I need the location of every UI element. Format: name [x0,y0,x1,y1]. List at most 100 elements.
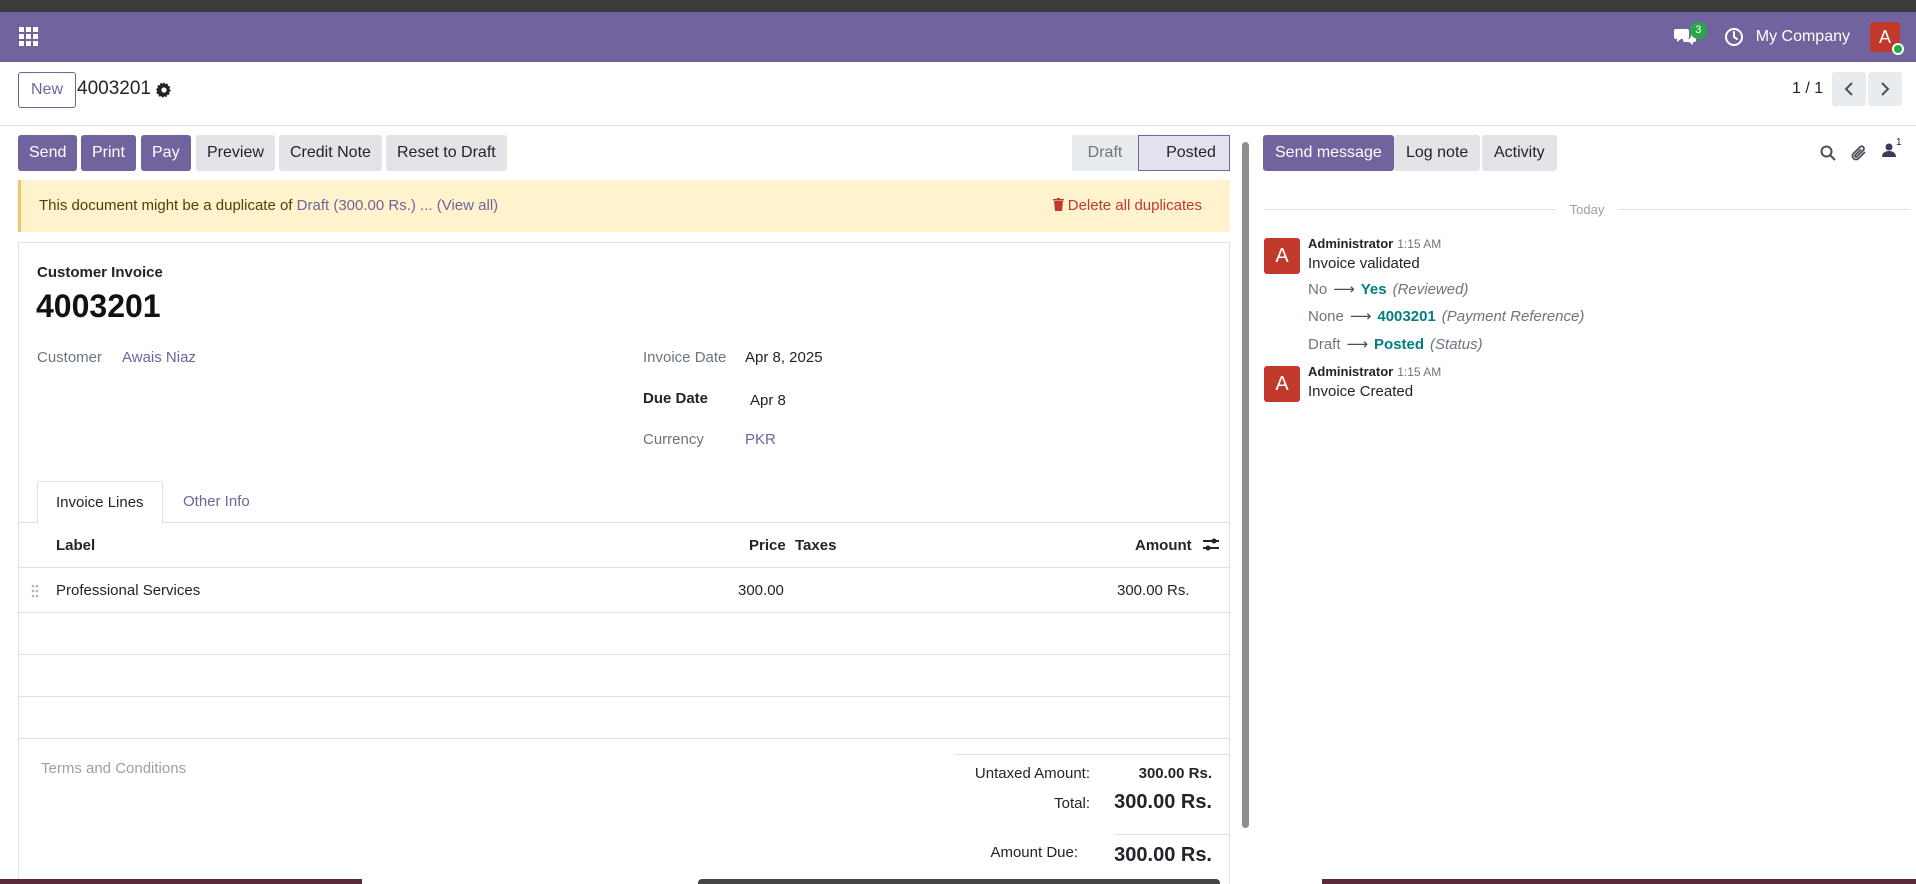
column-settings-icon[interactable] [1203,538,1219,552]
table-empty-row [19,655,1229,697]
invoice-lines-table: Label Price Taxes Amount Professional Se… [19,524,1229,739]
taskbar-segment [698,879,1220,884]
form-scrollbar[interactable] [1240,130,1250,884]
chatter-panel: Send message Log note Activity 1 Today A… [1250,127,1916,884]
pager-next-button[interactable] [1868,72,1902,106]
arrow-right-icon: ⟶ [1333,281,1355,298]
due-date-field[interactable]: Apr 8 [750,392,786,409]
line-price-cell[interactable]: 300.00 [738,568,784,613]
user-initial: A [1878,27,1891,47]
user-avatar[interactable]: A [1870,22,1904,55]
credit-note-button[interactable]: Credit Note [279,135,382,171]
author-initial: A [1275,373,1289,395]
due-date-label: Due Date [643,390,709,407]
column-header-taxes[interactable]: Taxes [795,524,836,568]
total-label: Total: [1054,795,1090,812]
pager-previous-button[interactable] [1832,72,1866,106]
pay-button[interactable]: Pay [141,135,191,171]
main-navbar: 3 My Company A [0,12,1916,62]
send-button[interactable]: Send [18,135,78,171]
send-message-button[interactable]: Send message [1263,135,1394,171]
arrow-right-icon: ⟶ [1349,308,1372,325]
invoice-date-field[interactable]: Apr 8, 2025 [745,349,823,366]
duplicate-draft-link[interactable]: Draft (300.00 Rs.) [297,197,416,214]
customer-field[interactable]: Awais Niaz [122,349,196,366]
invoice-type-label: Customer Invoice [37,264,163,281]
duplicate-warning-alert: This document might be a duplicate of Dr… [18,180,1230,232]
trash-icon [1052,198,1064,211]
tracking-value: No ⟶ Yes (Reviewed) [1308,280,1468,298]
online-status-dot [1892,43,1904,55]
form-statusbar: Send Print Pay Preview Credit Note Reset… [18,135,1230,171]
delete-all-duplicates-label: Delete all duplicates [1067,197,1202,214]
message-author: Administrator 1:15 AM [1308,364,1441,379]
message-author-name[interactable]: Administrator [1308,364,1393,379]
tracking-new-value: Posted [1374,336,1425,353]
message-author: Administrator 1:15 AM [1308,236,1441,251]
invoice-number: 4003201 [36,288,161,324]
chevron-left-icon [1844,82,1853,96]
currency-field[interactable]: PKR [745,431,776,448]
print-button[interactable]: Print [81,135,136,171]
message-author-name[interactable]: Administrator [1308,236,1393,251]
tracking-field: (Reviewed) [1392,281,1469,298]
invoice-form: Send Print Pay Preview Credit Note Reset… [0,127,1242,884]
company-switcher[interactable]: My Company [1756,28,1850,46]
pager-value[interactable]: 1 / 1 [1792,80,1823,98]
tracking-new-value: 4003201 [1377,308,1436,325]
tracking-old-value: No [1308,281,1328,298]
view-all-duplicates-link[interactable]: (View all) [437,197,498,214]
duplicate-ellipsis: ... [420,197,433,214]
table-row[interactable]: Professional Services 300.00 300.00 Rs. [19,568,1229,613]
clock-icon[interactable] [1724,27,1744,47]
preview-button[interactable]: Preview [196,135,275,171]
messaging-menu[interactable]: 3 [1673,22,1707,50]
delete-all-duplicates-link[interactable]: Delete all duplicates [1052,180,1202,232]
new-button[interactable]: New [18,72,77,108]
message-author-avatar[interactable]: A [1264,238,1300,274]
search-icon[interactable] [1820,145,1836,161]
tab-invoice-lines-label: Invoice Lines [56,494,144,511]
terms-and-conditions-field[interactable]: Terms and Conditions [41,760,186,777]
stage-draft-label: Draft [1087,144,1123,161]
amount-due-label: Amount Due: [990,844,1078,861]
date-separator: Today [1264,202,1910,217]
message-author-avatar[interactable]: A [1264,366,1300,402]
form-scrollbar-thumb[interactable] [1242,142,1249,828]
line-amount-cell[interactable]: 300.00 Rs. [1117,568,1190,613]
separator-line [1618,209,1910,210]
stage-posted[interactable]: Posted [1138,135,1230,171]
navbar-systray: 3 My Company A [1673,12,1916,62]
control-panel: New 4003201 1 / 1 [0,62,1916,126]
chatter-tools: 1 [1820,137,1902,162]
message-body: Invoice validated [1308,255,1420,272]
totals-divider [954,754,1230,755]
untaxed-amount-value: 300.00 Rs. [1138,765,1212,782]
drag-handle-icon[interactable] [31,568,39,613]
tab-invoice-lines[interactable]: Invoice Lines [37,481,163,524]
log-note-button[interactable]: Log note [1394,135,1481,171]
column-header-price[interactable]: Price [749,524,786,568]
apps-menu-icon[interactable] [19,27,39,47]
table-header-row: Label Price Taxes Amount [19,524,1229,568]
table-empty-row [19,697,1229,739]
gear-icon[interactable] [156,82,172,98]
reset-to-draft-button[interactable]: Reset to Draft [386,135,507,171]
message-time: 1:15 AM [1397,365,1442,379]
taskbar-segment [0,879,362,884]
line-label-cell[interactable]: Professional Services [56,568,200,613]
tab-other-info[interactable]: Other Info [165,481,268,524]
column-header-amount[interactable]: Amount [1135,524,1192,568]
tracking-field: (Payment Reference) [1441,308,1585,325]
arrow-right-icon: ⟶ [1346,336,1369,353]
activity-button[interactable]: Activity [1482,135,1557,171]
tracking-value: None ⟶ 4003201 (Payment Reference) [1308,307,1584,325]
column-header-label[interactable]: Label [56,524,95,568]
paperclip-icon[interactable] [1850,144,1868,162]
form-tabs: Invoice Lines Other Info [19,481,1229,524]
table-empty-row [19,613,1229,655]
followers-button[interactable]: 1 [1882,137,1902,162]
status-stages: Draft Posted [1072,135,1230,171]
stage-draft[interactable]: Draft [1072,135,1138,171]
tracking-field: (Status) [1430,336,1483,353]
